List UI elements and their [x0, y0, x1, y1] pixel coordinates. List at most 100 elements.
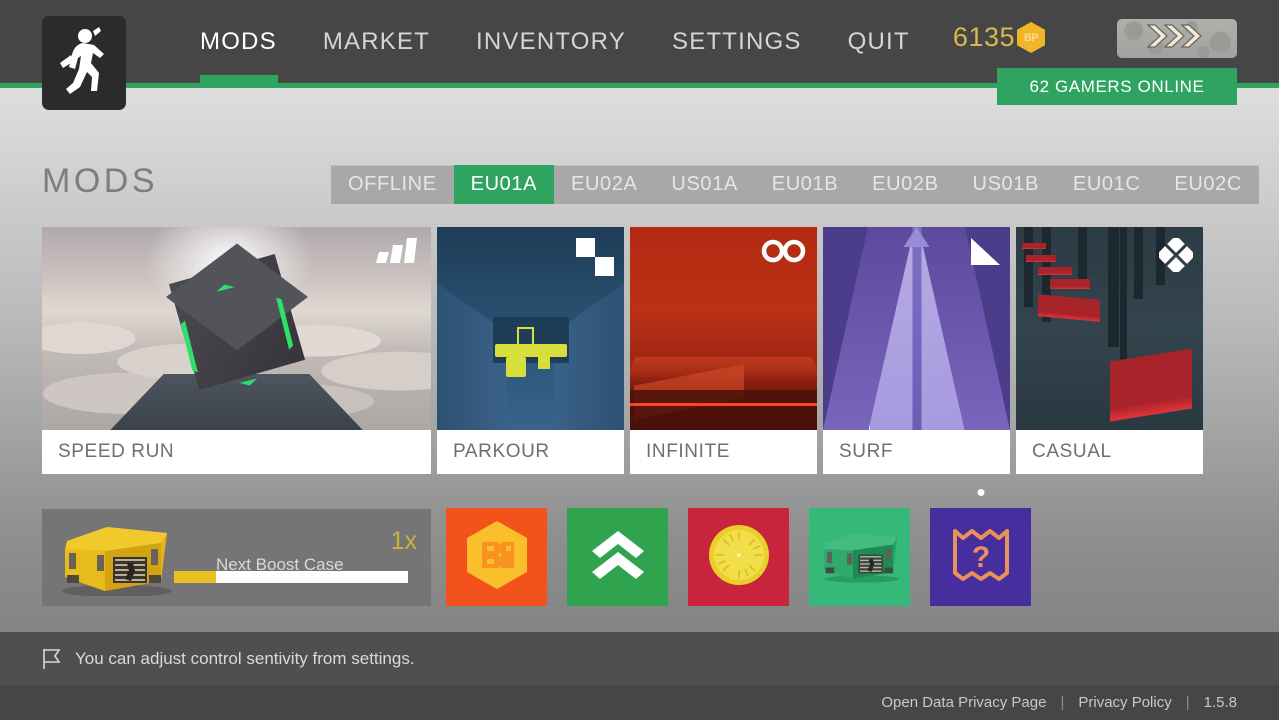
red-platform [1110, 348, 1192, 422]
nav-item-settings[interactable]: SETTINGS [672, 0, 802, 83]
green-case-icon [817, 526, 903, 589]
mod-card-artwork [823, 227, 1010, 430]
mod-card-artwork [42, 227, 431, 430]
pillar-shape [1134, 227, 1143, 299]
footer-separator: | [1185, 694, 1190, 711]
online-players-badge: 62 GAMERS ONLINE [997, 68, 1237, 105]
server-tab-label: EU01A [470, 173, 538, 195]
mod-card-label: INFINITE [630, 430, 817, 474]
tip-text: You can adjust control sentivity from se… [75, 648, 415, 668]
nav-item-market[interactable]: MARKET [323, 0, 430, 83]
three-bars-icon [375, 238, 421, 264]
yellow-case-icon [55, 519, 175, 597]
ramp-tip [903, 227, 930, 247]
currency-amount: 6135 [952, 22, 1015, 52]
server-tab-label: OFFLINE [348, 173, 437, 195]
server-tab-eu01c[interactable]: EU01C [1056, 165, 1157, 204]
nav-item-mods[interactable]: MODS [200, 0, 278, 83]
server-tab-label: EU01B [771, 173, 839, 195]
case-tile[interactable] [809, 508, 910, 606]
server-tab-eu02c[interactable]: EU02C [1157, 165, 1258, 204]
server-tab-label: EU02A [571, 173, 638, 195]
action-tile-row: ? [446, 489, 1031, 606]
platform-shape [506, 357, 527, 377]
boost-multiplier: 1x [390, 527, 417, 555]
mod-card-artwork [630, 227, 817, 430]
buy-bp-tile[interactable] [446, 508, 547, 606]
nav-item-inventory[interactable]: INVENTORY [476, 0, 626, 83]
server-tab-label: US01A [671, 173, 738, 195]
server-tab-eu01a[interactable]: EU01A [453, 165, 555, 204]
nav-active-underline [200, 75, 278, 83]
rank-badge[interactable] [1117, 19, 1237, 58]
currency-display[interactable]: 6135 BP [953, 22, 1045, 53]
pillar-shape [1108, 227, 1119, 347]
mod-card-grid: SPEED RUN PARKOUR INFINITE SURF CASUAL [42, 227, 1203, 474]
open-data-privacy-page-link[interactable]: Open Data Privacy Page [881, 694, 1046, 711]
notification-dot [977, 489, 984, 496]
app-version: 1.5.8 [1203, 694, 1237, 711]
server-tab-label: EU01C [1072, 173, 1141, 195]
footer-separator: | [1060, 694, 1065, 711]
server-tab-label: EU02C [1174, 173, 1242, 195]
infinity-icon [761, 238, 807, 264]
diamond-icon [1159, 238, 1193, 272]
mod-card-label: SURF [823, 430, 1010, 474]
running-man-icon [53, 25, 115, 102]
mod-card-label: PARKOUR [437, 430, 624, 474]
red-platform [1026, 255, 1056, 262]
server-tabs: OFFLINE EU01A EU02A US01A EU01B EU02B US… [331, 165, 1259, 204]
game-logo[interactable] [42, 16, 126, 110]
pillar-shape [1024, 227, 1033, 307]
svg-text:?: ? [971, 541, 989, 574]
mod-card-label: CASUAL [1016, 430, 1203, 474]
platform-shape [519, 344, 532, 356]
main-nav: MODS MARKET INVENTORY SETTINGS QUIT [200, 0, 956, 83]
online-players-label: 62 GAMERS ONLINE [1029, 76, 1205, 96]
server-tab-eu02a[interactable]: EU02A [554, 165, 654, 204]
gold-coin-icon [708, 524, 770, 591]
coin-tile[interactable] [688, 508, 789, 606]
mod-card-infinite[interactable]: INFINITE [630, 227, 817, 474]
nav-item-label: SETTINGS [671, 27, 802, 55]
nav-item-label: INVENTORY [476, 27, 626, 55]
mod-card-surf[interactable]: SURF [823, 227, 1010, 474]
mod-card-parkour[interactable]: PARKOUR [437, 227, 624, 474]
red-platform [1022, 243, 1046, 249]
ramp-spine [912, 227, 921, 430]
nav-item-quit[interactable]: QUIT [848, 0, 910, 83]
server-tab-offline[interactable]: OFFLINE [331, 165, 454, 204]
red-platform [1050, 279, 1090, 289]
bp-hexagon-icon: BP [1017, 22, 1045, 53]
platform-shape [537, 351, 550, 369]
server-tab-label: US01B [972, 173, 1039, 195]
mystery-map-tile[interactable]: ? [930, 489, 1031, 606]
server-tab-us01b[interactable]: US01B [956, 165, 1056, 204]
mod-card-casual[interactable]: CASUAL [1016, 227, 1203, 474]
map-question-icon: ? [952, 527, 1010, 588]
server-tab-us01a[interactable]: US01A [654, 165, 754, 204]
double-chevron-up-icon [591, 530, 645, 585]
two-steps-icon [576, 238, 614, 276]
nav-item-label: MODS [200, 27, 277, 55]
tip-bar: You can adjust control sentivity from se… [0, 632, 1279, 685]
server-tab-label: EU02B [872, 173, 939, 195]
nav-item-label: QUIT [847, 27, 910, 55]
boost-progress-track [174, 571, 408, 583]
server-tab-eu02b[interactable]: EU02B [855, 165, 955, 204]
mod-card-label: SPEED RUN [42, 430, 431, 474]
mod-card-artwork [1016, 227, 1203, 430]
footer-bar: Open Data Privacy Page | Privacy Policy … [0, 685, 1279, 720]
neon-line [630, 403, 817, 406]
next-boost-case-panel[interactable]: Next Boost Case 1x [42, 509, 431, 606]
privacy-policy-link[interactable]: Privacy Policy [1078, 694, 1171, 711]
mod-card-speed-run[interactable]: SPEED RUN [42, 227, 431, 474]
page-title: MODS [42, 162, 158, 200]
red-platform [1038, 267, 1072, 275]
floor-shape [630, 390, 817, 430]
nav-item-label: MARKET [322, 27, 431, 55]
flag-icon [42, 648, 62, 670]
boost-progress-fill [174, 571, 217, 583]
upgrade-tile[interactable] [567, 508, 668, 606]
server-tab-eu01b[interactable]: EU01B [755, 165, 855, 204]
